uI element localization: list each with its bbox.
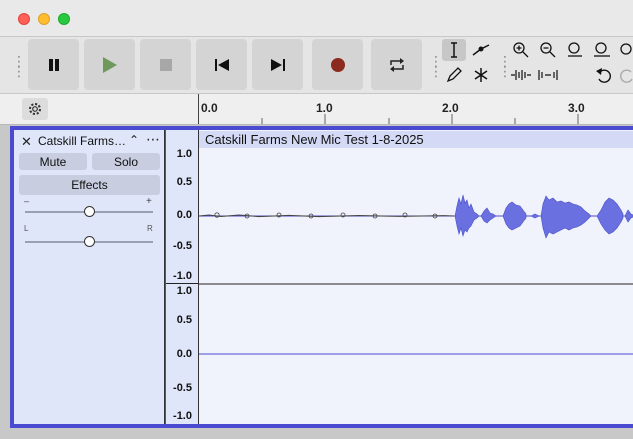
- pan-slider-knob[interactable]: [83, 236, 95, 247]
- multi-tool-button[interactable]: [469, 64, 493, 86]
- skip-to-end-button[interactable]: [252, 39, 303, 90]
- close-window-button[interactable]: [18, 13, 30, 25]
- track-control-panel[interactable]: ✕ Catskill Farms… ⌃ ⋯ Mute Solo Effects …: [14, 130, 165, 424]
- amplitude-label: 0.0: [176, 348, 192, 360]
- zoom-fit-icon: [594, 42, 610, 57]
- ruler-label: 0.0: [201, 101, 218, 115]
- undo-button[interactable]: [592, 64, 616, 86]
- zoom-out-button[interactable]: [536, 39, 560, 61]
- stop-button[interactable]: [140, 39, 191, 90]
- minimize-window-button[interactable]: [38, 13, 50, 25]
- pan-left-label: L: [24, 224, 29, 233]
- loop-icon: [389, 57, 404, 72]
- amplitude-label: -1.0: [173, 270, 192, 282]
- zoom-selection-icon: [568, 42, 582, 57]
- ruler-label: 3.0: [568, 101, 585, 115]
- pan-right-label: R: [147, 224, 153, 233]
- clip-title[interactable]: Catskill Farms New Mic Test 1-8-2025: [205, 132, 424, 147]
- window-titlebar: [0, 0, 633, 36]
- silence-audio-icon: [538, 70, 558, 80]
- trim-audio-icon: [511, 70, 531, 80]
- redo-icon: [620, 69, 633, 83]
- amplitude-label: 0.5: [176, 314, 192, 326]
- gain-slider-knob[interactable]: [83, 206, 95, 217]
- ruler-label: 1.0: [316, 101, 333, 115]
- skip-to-start-button[interactable]: [196, 39, 247, 90]
- track-menu-icon[interactable]: ⋯: [146, 131, 160, 148]
- undo-icon: [596, 68, 611, 83]
- record-button[interactable]: [312, 39, 363, 90]
- envelope-icon: [472, 44, 490, 56]
- play-button[interactable]: [84, 39, 135, 90]
- timeline-settings-button[interactable]: [22, 98, 48, 120]
- track-name[interactable]: Catskill Farms…: [38, 134, 126, 148]
- envelope-tool-button[interactable]: [469, 39, 493, 61]
- zoom-in-button[interactable]: [509, 39, 533, 61]
- timeline-ruler[interactable]: 0.0 1.0 2.0 3.0: [0, 94, 633, 125]
- trim-outside-button[interactable]: [509, 64, 533, 86]
- zoom-in-icon: [513, 42, 529, 58]
- waveform-display[interactable]: [199, 148, 633, 424]
- gear-icon: [29, 103, 41, 115]
- zoom-window-button[interactable]: [58, 13, 70, 25]
- selection-tool-button[interactable]: [442, 39, 466, 61]
- gain-max-label: +: [146, 196, 152, 207]
- stop-icon: [159, 58, 172, 71]
- pencil-icon: [446, 67, 462, 83]
- pause-button[interactable]: [28, 39, 79, 90]
- play-icon: [102, 56, 117, 73]
- amplitude-label: -1.0: [173, 410, 192, 422]
- close-track-icon[interactable]: ✕: [21, 134, 32, 150]
- loop-button[interactable]: [371, 39, 422, 90]
- amplitude-label: 1.0: [176, 148, 192, 160]
- fit-project-button[interactable]: [590, 39, 614, 61]
- skip-end-icon: [270, 58, 285, 71]
- solo-button[interactable]: Solo: [92, 153, 160, 170]
- channel-divider: [166, 283, 198, 284]
- asterisk-icon: [474, 68, 488, 82]
- amplitude-label: 0.5: [176, 176, 192, 188]
- redo-button[interactable]: [618, 64, 633, 86]
- zoom-out-icon: [540, 42, 556, 58]
- toolbar-grip-icon[interactable]: ⋮ ⋮: [12, 54, 26, 78]
- fit-selection-button[interactable]: [563, 39, 587, 61]
- ruler-label: 2.0: [442, 101, 459, 115]
- vertical-amplitude-ruler[interactable]: 1.0 0.5 0.0 -0.5 -1.0 1.0 0.5 0.0 -0.5 -…: [166, 130, 199, 424]
- record-icon: [330, 57, 345, 72]
- skip-start-icon: [214, 58, 229, 71]
- amplitude-label: 0.0: [176, 209, 192, 221]
- effects-button[interactable]: Effects: [19, 175, 160, 195]
- collapse-track-icon[interactable]: ⌃: [129, 133, 139, 147]
- i-beam-icon: [451, 42, 457, 58]
- speech-waveform: [454, 194, 633, 239]
- toolbar: ⋮ ⋮ ⋮ ⋮ ⋮ ⋮: [0, 37, 633, 93]
- amplitude-label: -0.5: [173, 382, 192, 394]
- amplitude-label: -0.5: [173, 240, 192, 252]
- draw-tool-button[interactable]: [442, 64, 466, 86]
- gain-min-label: –: [24, 196, 30, 206]
- pause-icon: [48, 58, 59, 71]
- mute-button[interactable]: Mute: [19, 153, 87, 170]
- zoom-toggle-button[interactable]: [617, 39, 633, 61]
- zoom-toggle-icon: [620, 43, 632, 55]
- amplitude-label: 1.0: [176, 285, 192, 297]
- silence-audio-button[interactable]: [536, 64, 560, 86]
- tools-grip-icon[interactable]: ⋮ ⋮: [429, 54, 443, 78]
